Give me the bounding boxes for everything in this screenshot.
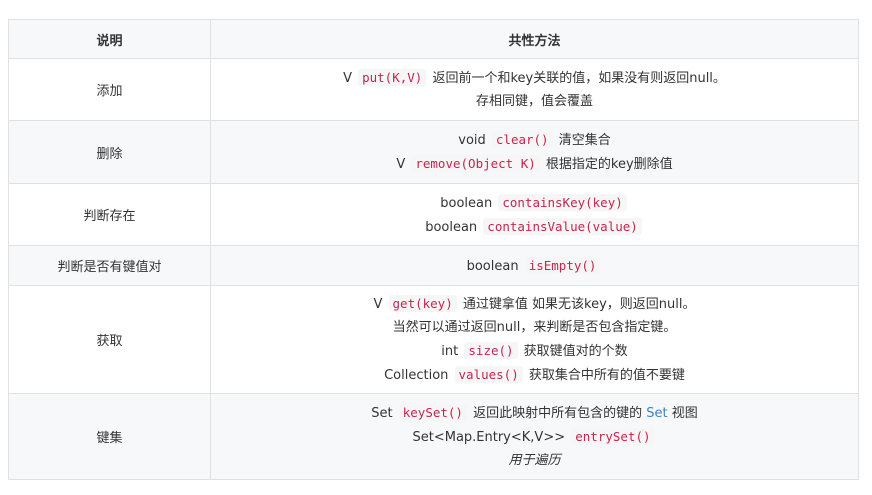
method-line: int size() 获取键值对的个数 — [217, 339, 852, 363]
method-prefix: void — [458, 133, 490, 148]
table-row: 删除 void clear() 清空集合 V remove(Object K) 根据… — [8, 120, 859, 184]
method-code: containsKey(key) — [498, 193, 627, 211]
method-description: 根据指定的key删除值 — [541, 157, 673, 172]
method-prefix: Collection — [384, 368, 453, 383]
method-prefix: 存相同键，值会覆盖 — [475, 94, 593, 109]
method-prefix: boolean — [466, 258, 523, 274]
method-code: put(K,V) — [358, 69, 427, 86]
method-prefix: boolean — [425, 219, 482, 235]
method-line: V remove(Object K) 根据指定的key删除值 — [217, 152, 852, 176]
method-code: keySet() — [398, 404, 467, 421]
method-description: 获取集合中所有的值不要键 — [524, 368, 685, 383]
method-prefix: 当然可以通过返回null，来判断是否包含指定键。 — [392, 320, 677, 335]
method-description: 获取键值对的个数 — [519, 344, 628, 359]
method-line: Collection values() 获取集合中所有的值不要键 — [217, 363, 852, 387]
method-line: 存相同键，值会覆盖 — [217, 90, 852, 113]
method-line: Set<Map.Entry<K,V>> entrySet() — [217, 425, 852, 449]
method-prefix: V — [343, 71, 357, 86]
header-common-methods: 共性方法 — [210, 19, 859, 59]
method-code: size() — [464, 342, 518, 359]
methods-table: 说明 共性方法 添加 V put(K,V) 返回前一个和key关联的值，如果没有则… — [8, 19, 859, 480]
method-code: get(key) — [388, 295, 457, 312]
table-row: 添加 V put(K,V) 返回前一个和key关联的值，如果没有则返回null。存… — [8, 58, 859, 121]
method-description: 通过键拿值 如果无该key，则返回null。 — [458, 297, 696, 312]
row-methods: V put(K,V) 返回前一个和key关联的值，如果没有则返回null。存相同… — [210, 58, 859, 121]
table-row: 判断存在 boolean containsKey(key) boolean cont… — [8, 183, 859, 246]
header-description: 说明 — [8, 19, 211, 59]
method-line: boolean containsValue(value) — [217, 215, 852, 239]
method-line: boolean isEmpty() — [217, 254, 852, 278]
method-code: values() — [454, 366, 523, 383]
method-prefix: V — [396, 157, 410, 172]
row-methods: V get(key) 通过键拿值 如果无该key，则返回null。当然可以通过返… — [210, 285, 859, 394]
method-prefix: Set<Map.Entry<K,V>> — [412, 430, 570, 445]
method-note: 用于遍历 — [508, 453, 561, 468]
method-line: 用于遍历 — [217, 449, 852, 472]
method-prefix: V — [373, 297, 387, 312]
table-header-row: 说明 共性方法 — [8, 19, 859, 59]
row-label: 判断存在 — [8, 183, 211, 246]
method-line: boolean containsKey(key) — [217, 191, 852, 215]
method-prefix: Set — [371, 406, 397, 421]
method-description: 清空集合 — [554, 133, 611, 148]
method-prefix: boolean — [440, 195, 497, 211]
table-row: 获取 V get(key) 通过键拿值 如果无该key，则返回null。 当然可以通… — [8, 285, 859, 394]
row-label: 删除 — [8, 120, 211, 184]
table-row: 判断是否有键值对 boolean isEmpty() — [8, 245, 859, 286]
row-label: 键集 — [8, 393, 211, 480]
row-label: 判断是否有键值对 — [8, 245, 211, 286]
method-line: V get(key) 通过键拿值 如果无该key，则返回null。 — [217, 292, 852, 316]
method-code: containsValue(value) — [483, 217, 642, 235]
row-methods: Set keySet() 返回此映射中所有包含的键的 Set 视图 Set<Map… — [210, 393, 859, 480]
method-code: isEmpty() — [524, 256, 601, 274]
method-description: 返回前一个和key关联的值，如果没有则返回null。 — [428, 71, 726, 86]
row-methods: void clear() 清空集合 V remove(Object K) 根据指定… — [210, 120, 859, 184]
set-link[interactable]: Set — [646, 406, 667, 421]
method-line: 当然可以通过返回null，来判断是否包含指定键。 — [217, 316, 852, 339]
method-code: entrySet() — [571, 428, 655, 445]
row-label: 获取 — [8, 285, 211, 394]
table-row: 键集 Set keySet() 返回此映射中所有包含的键的 Set 视图 Set<M… — [8, 393, 859, 480]
row-label: 添加 — [8, 58, 211, 121]
method-line: void clear() 清空集合 — [217, 128, 852, 152]
method-code: remove(Object K) — [411, 155, 540, 172]
method-prefix: int — [441, 344, 463, 359]
table-body: 添加 V put(K,V) 返回前一个和key关联的值，如果没有则返回null。存… — [8, 58, 859, 480]
row-methods: boolean isEmpty() — [210, 245, 859, 286]
row-methods: boolean containsKey(key) boolean contains… — [210, 183, 859, 246]
method-description-tail: 视图 — [667, 406, 698, 421]
method-code: clear() — [491, 131, 553, 148]
method-description: 返回此映射中所有包含的键的 — [468, 406, 647, 421]
method-line: V put(K,V) 返回前一个和key关联的值，如果没有则返回null。 — [217, 66, 852, 90]
method-line: Set keySet() 返回此映射中所有包含的键的 Set 视图 — [217, 401, 852, 425]
